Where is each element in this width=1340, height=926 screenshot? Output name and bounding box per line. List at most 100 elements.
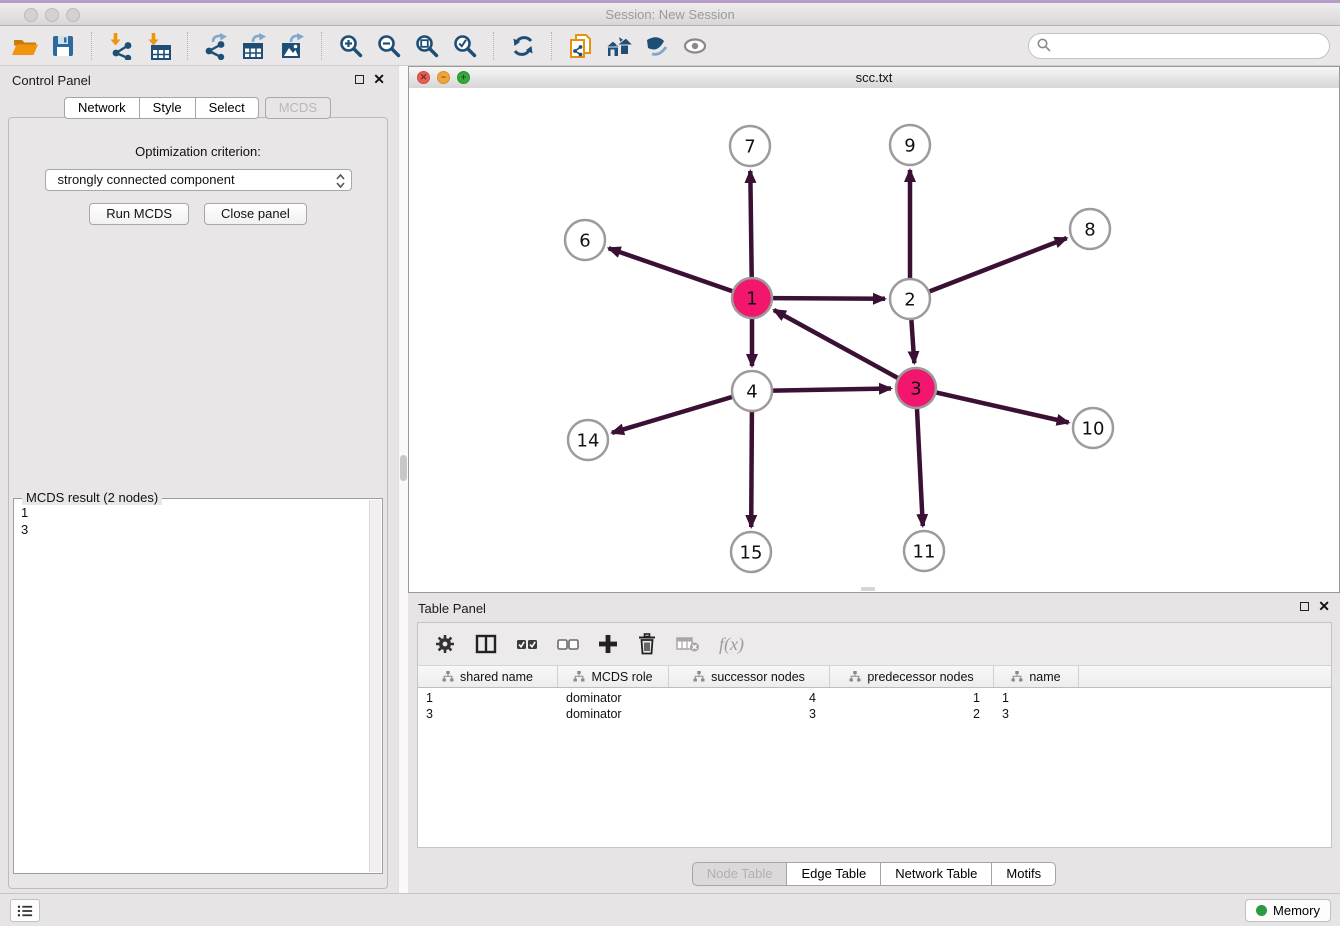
- zoom-selected-icon: [452, 33, 478, 59]
- graph-node-7[interactable]: 7: [730, 126, 770, 166]
- float-table-panel-icon[interactable]: [1300, 602, 1309, 611]
- graph-node-6[interactable]: 6: [565, 220, 605, 260]
- open-session-button[interactable]: [7, 29, 43, 63]
- graph-node-4[interactable]: 4: [732, 371, 772, 411]
- cell-shared-name[interactable]: 3: [418, 706, 558, 722]
- control-panel-tabs: NetworkStyleSelect MCDS: [0, 97, 395, 119]
- eye-icon: [681, 33, 709, 59]
- graph-node-11[interactable]: 11: [904, 531, 944, 571]
- import-network-button[interactable]: [103, 29, 139, 63]
- birds-eye-view-button[interactable]: [677, 29, 713, 63]
- column-header-shared-name[interactable]: shared name: [418, 666, 558, 687]
- table-tab-network-table[interactable]: Network Table: [881, 862, 992, 886]
- apply-preferred-layout-button[interactable]: [505, 29, 541, 63]
- criterion-dropdown[interactable]: strongly connected component: [45, 169, 352, 191]
- memory-button[interactable]: Memory: [1245, 899, 1331, 922]
- cell-mcds-role[interactable]: dominator: [558, 690, 669, 706]
- create-column-button[interactable]: [598, 634, 618, 654]
- table-row[interactable]: 3dominator323: [418, 706, 1331, 722]
- delete-column-button[interactable]: [637, 633, 657, 655]
- close-panel-button[interactable]: Close panel: [204, 203, 307, 225]
- graph-edge-4-15[interactable]: [751, 412, 752, 527]
- cell-name[interactable]: 3: [994, 706, 1079, 722]
- graph-edge-3-11[interactable]: [917, 409, 923, 526]
- graphics-details-icon: [643, 33, 671, 59]
- function-builder-button[interactable]: f(x): [719, 634, 744, 655]
- zoom-selected-button[interactable]: [447, 29, 483, 63]
- table-row[interactable]: 1dominator411: [418, 690, 1331, 706]
- search-area: [1028, 33, 1330, 59]
- run-mcds-button[interactable]: Run MCDS: [89, 203, 189, 225]
- table-tab-node-table[interactable]: Node Table: [692, 862, 788, 886]
- table-panel-header: Table Panel ✕: [408, 595, 1340, 621]
- column-header-name[interactable]: name: [994, 666, 1079, 687]
- cell-mcds-role[interactable]: dominator: [558, 706, 669, 722]
- graph-node-15[interactable]: 15: [731, 532, 771, 572]
- search-input[interactable]: [1028, 33, 1330, 59]
- graph-edge-4-3[interactable]: [773, 389, 891, 391]
- table-tab-edge-table[interactable]: Edge Table: [787, 862, 881, 886]
- tab-select[interactable]: Select: [196, 97, 259, 119]
- split-panel-button[interactable]: [475, 634, 497, 654]
- graph-node-8[interactable]: 8: [1070, 209, 1110, 249]
- graph-node-3[interactable]: 3: [896, 368, 936, 408]
- graph-node-14[interactable]: 14: [568, 420, 608, 460]
- graph-edge-1-2[interactable]: [773, 298, 885, 299]
- hierarchy-icon: [1011, 671, 1023, 682]
- cell-predecessor-nodes[interactable]: 1: [830, 690, 994, 706]
- column-header-predecessor-nodes[interactable]: predecessor nodes: [830, 666, 994, 687]
- delete-table-button[interactable]: [676, 635, 700, 653]
- column-header-mcds-role[interactable]: MCDS role: [558, 666, 669, 687]
- tab-mcds[interactable]: MCDS: [265, 97, 331, 119]
- table-tab-motifs[interactable]: Motifs: [992, 862, 1056, 886]
- graph-edge-2-3[interactable]: [911, 320, 914, 363]
- zoom-in-icon: [338, 33, 364, 59]
- cell-shared-name[interactable]: 1: [418, 690, 558, 706]
- zoom-out-button[interactable]: [371, 29, 407, 63]
- export-network-button[interactable]: [199, 29, 235, 63]
- result-scrollbar[interactable]: [369, 500, 381, 872]
- graph-node-label-10: 10: [1082, 419, 1105, 440]
- zoom-fit-button[interactable]: [409, 29, 445, 63]
- export-image-button[interactable]: [275, 29, 311, 63]
- node-table: shared nameMCDS rolesuccessor nodesprede…: [418, 666, 1331, 847]
- graph-edge-4-14[interactable]: [612, 397, 732, 433]
- main-toolbar: [0, 26, 1340, 66]
- delete-table-icon: [676, 635, 700, 653]
- graph-node-1[interactable]: 1: [732, 278, 772, 318]
- float-panel-icon[interactable]: [355, 75, 364, 84]
- graph-node-label-1: 1: [746, 289, 757, 310]
- graph-node-2[interactable]: 2: [890, 279, 930, 319]
- home-button[interactable]: [601, 29, 637, 63]
- graph-edge-3-1[interactable]: [774, 310, 898, 378]
- graph-edge-1-7[interactable]: [750, 171, 751, 277]
- graph-node-10[interactable]: 10: [1073, 408, 1113, 448]
- cell-name[interactable]: 1: [994, 690, 1079, 706]
- select-all-button[interactable]: [516, 636, 538, 652]
- close-panel-icon[interactable]: ✕: [373, 73, 385, 85]
- column-header-successor-nodes[interactable]: successor nodes: [669, 666, 830, 687]
- tab-style[interactable]: Style: [140, 97, 196, 119]
- export-table-button[interactable]: [237, 29, 273, 63]
- graphics-details-button[interactable]: [639, 29, 675, 63]
- network-canvas[interactable]: 7 9 6 8 1 2 4 3 14 10 15 11: [409, 88, 1339, 592]
- task-history-button[interactable]: [10, 899, 40, 922]
- zoom-in-button[interactable]: [333, 29, 369, 63]
- cell-successor-nodes[interactable]: 4: [669, 690, 830, 706]
- graph-node-9[interactable]: 9: [890, 125, 930, 165]
- duplicate-network-button[interactable]: [563, 29, 599, 63]
- cell-predecessor-nodes[interactable]: 2: [830, 706, 994, 722]
- graph-edge-2-8[interactable]: [930, 238, 1067, 291]
- column-settings-button[interactable]: [434, 633, 456, 655]
- frame-resize-handle[interactable]: [861, 587, 875, 591]
- graph-edge-3-10[interactable]: [937, 393, 1069, 423]
- save-session-button[interactable]: [45, 29, 81, 63]
- deselect-all-button[interactable]: [557, 636, 579, 652]
- graph-edge-1-6[interactable]: [609, 248, 733, 291]
- splitter-thumb[interactable]: [400, 455, 407, 481]
- cell-successor-nodes[interactable]: 3: [669, 706, 830, 722]
- tab-network[interactable]: Network: [64, 97, 140, 119]
- close-table-panel-icon[interactable]: ✕: [1318, 600, 1330, 612]
- import-table-button[interactable]: [141, 29, 177, 63]
- panel-splitter[interactable]: [395, 66, 408, 893]
